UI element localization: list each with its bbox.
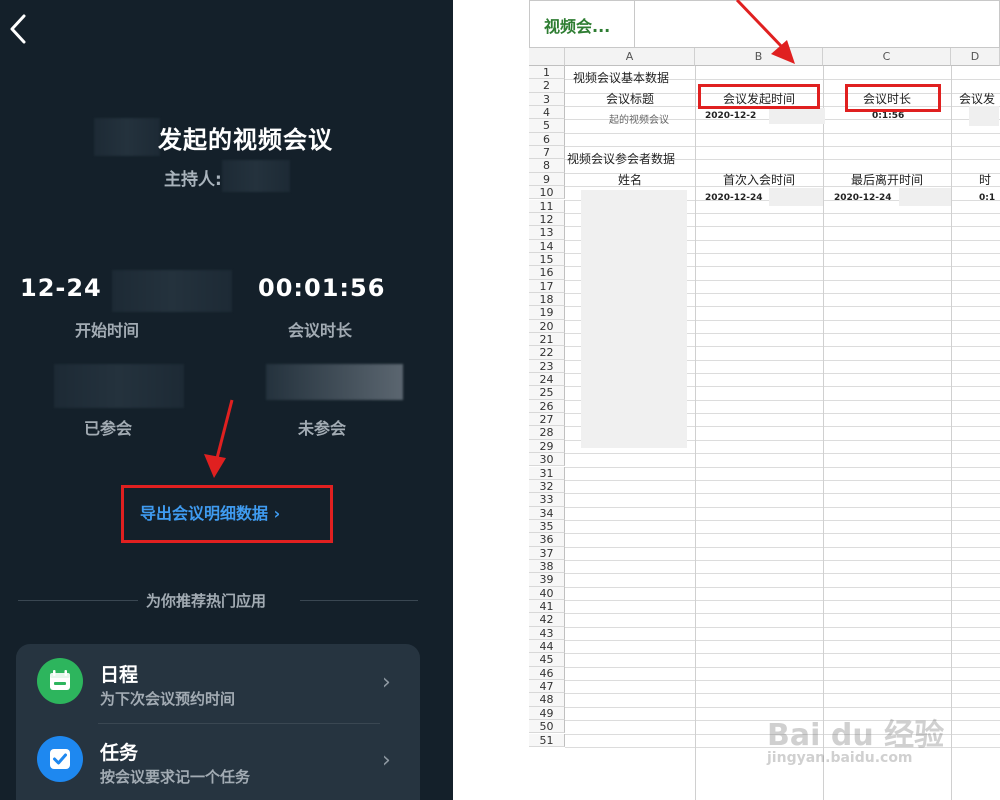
spreadsheet-view: 视频会... A B C D 1 2 3 4 5 6 7 8 9 10 11 12 13 14 15 16 17…	[529, 0, 1000, 800]
annotation-arrow	[735, 0, 795, 64]
annotation-arrow	[204, 399, 234, 478]
meeting-summary-screen: 发起的视频会议 主持人: 12-24 开始时间 00:01:56 会议时长 已参…	[0, 0, 453, 800]
